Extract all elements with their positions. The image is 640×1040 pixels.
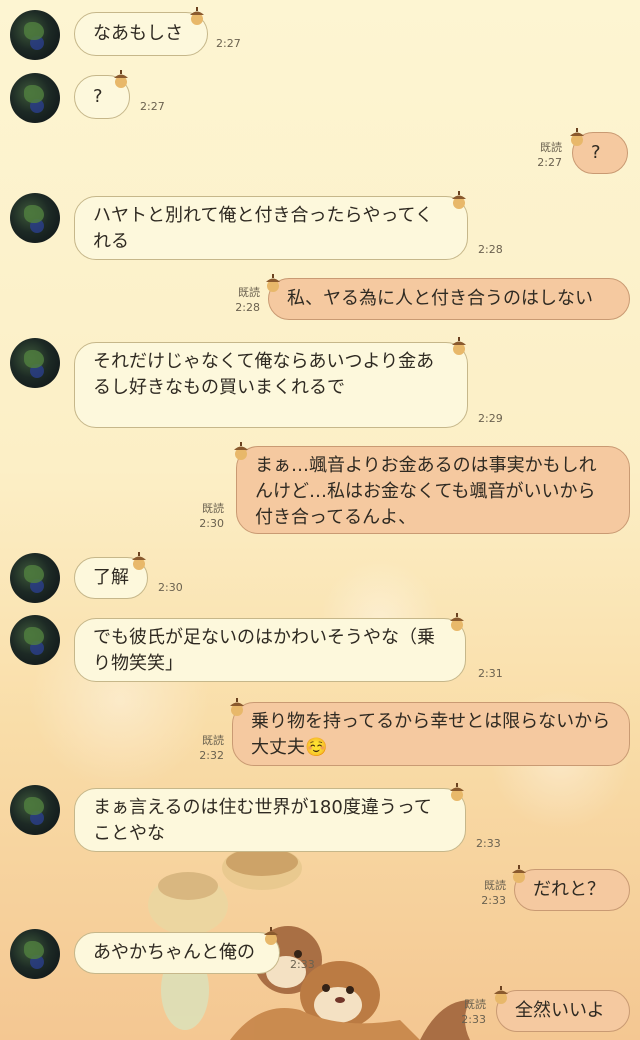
read-receipt: 既読 bbox=[484, 879, 506, 892]
message-bubble[interactable]: それだけじゃなくて俺ならあいつより金あるし好きなもの買いまくれるで bbox=[74, 342, 468, 428]
message-time: 2:32 bbox=[199, 749, 224, 762]
acorn-icon bbox=[450, 613, 464, 631]
message-text: ? bbox=[591, 142, 601, 163]
acorn-icon bbox=[452, 337, 466, 355]
message-text: あやかちゃんと俺の bbox=[93, 942, 255, 963]
message-time: 2:33 bbox=[481, 894, 506, 907]
read-receipt: 既読 bbox=[202, 502, 224, 515]
message-time: 2:33 bbox=[461, 1013, 486, 1026]
message-time: 2:28 bbox=[478, 243, 503, 256]
message-bubble[interactable]: まぁ…颯音よりお金あるのは事実かもしれんけど…私はお金なくても颯音がいいから付き… bbox=[236, 446, 630, 534]
message-time: 2:33 bbox=[290, 958, 315, 971]
message-bubble[interactable]: でも彼氏が足ないのはかわいそうやな（乗り物笑笑」 bbox=[74, 618, 466, 682]
message-time: 2:30 bbox=[199, 517, 224, 530]
acorn-icon bbox=[230, 698, 244, 716]
message-text: でも彼氏が足ないのはかわいそうやな（乗り物笑笑」 bbox=[93, 627, 435, 674]
avatar[interactable] bbox=[10, 338, 60, 388]
acorn-icon bbox=[494, 986, 508, 1004]
message-time: 2:27 bbox=[140, 100, 165, 113]
avatar[interactable] bbox=[10, 73, 60, 123]
read-receipt: 既読 bbox=[202, 734, 224, 747]
message-time: 2:30 bbox=[158, 581, 183, 594]
message-bubble[interactable]: あやかちゃんと俺の bbox=[74, 932, 280, 974]
acorn-icon bbox=[452, 191, 466, 209]
acorn-icon bbox=[264, 927, 278, 945]
avatar[interactable] bbox=[10, 785, 60, 835]
message-bubble[interactable]: ハヤトと別れて俺と付き合ったらやってくれる bbox=[74, 196, 468, 260]
message-text: 乗り物を持ってるから幸せとは限らないから大丈夫☺️ bbox=[251, 711, 611, 758]
avatar[interactable] bbox=[10, 615, 60, 665]
message-bubble[interactable]: まぁ言えるのは住む世界が180度違うってことやな bbox=[74, 788, 466, 852]
message-text: 私、ヤる為に人と付き合うのはしない bbox=[287, 288, 593, 309]
message-time: 2:27 bbox=[537, 156, 562, 169]
read-receipt: 既読 bbox=[238, 286, 260, 299]
read-receipt: 既読 bbox=[540, 141, 562, 154]
acorn-icon bbox=[266, 274, 280, 292]
acorn-icon bbox=[512, 865, 526, 883]
message-bubble[interactable]: だれと？ bbox=[514, 869, 630, 911]
message-text: なあもしさ bbox=[93, 23, 183, 44]
acorn-icon bbox=[570, 128, 584, 146]
message-text: ハヤトと別れて俺と付き合ったらやってくれる bbox=[93, 205, 434, 252]
acorn-icon bbox=[234, 442, 248, 460]
message-text: まぁ…颯音よりお金あるのは事実かもしれんけど…私はお金なくても颯音がいいから付き… bbox=[255, 455, 597, 528]
message-text: 全然いいよ bbox=[515, 1000, 605, 1021]
acorn-icon bbox=[132, 552, 146, 570]
acorn-icon bbox=[190, 7, 204, 25]
message-text: だれと？ bbox=[533, 879, 605, 900]
message-time: 2:29 bbox=[478, 412, 503, 425]
message-time: 2:27 bbox=[216, 37, 241, 50]
message-bubble[interactable]: 私、ヤる為に人と付き合うのはしない bbox=[268, 278, 630, 320]
avatar[interactable] bbox=[10, 553, 60, 603]
avatar[interactable] bbox=[10, 10, 60, 60]
message-text: ? bbox=[93, 86, 103, 107]
acorn-icon bbox=[450, 783, 464, 801]
message-bubble[interactable]: 乗り物を持ってるから幸せとは限らないから大丈夫☺️ bbox=[232, 702, 630, 766]
message-time: 2:31 bbox=[478, 667, 503, 680]
read-receipt: 既読 bbox=[464, 998, 486, 1011]
avatar[interactable] bbox=[10, 193, 60, 243]
message-text: それだけじゃなくて俺ならあいつより金あるし好きなもの買いまくれるで bbox=[93, 351, 435, 398]
message-text: 了解 bbox=[93, 567, 129, 588]
message-time: 2:28 bbox=[235, 301, 260, 314]
message-bubble[interactable]: 全然いいよ bbox=[496, 990, 630, 1032]
avatar[interactable] bbox=[10, 929, 60, 979]
message-time: 2:33 bbox=[476, 837, 501, 850]
acorn-icon bbox=[114, 70, 128, 88]
message-text: まぁ言えるのは住む世界が180度違うってことやな bbox=[93, 797, 432, 844]
